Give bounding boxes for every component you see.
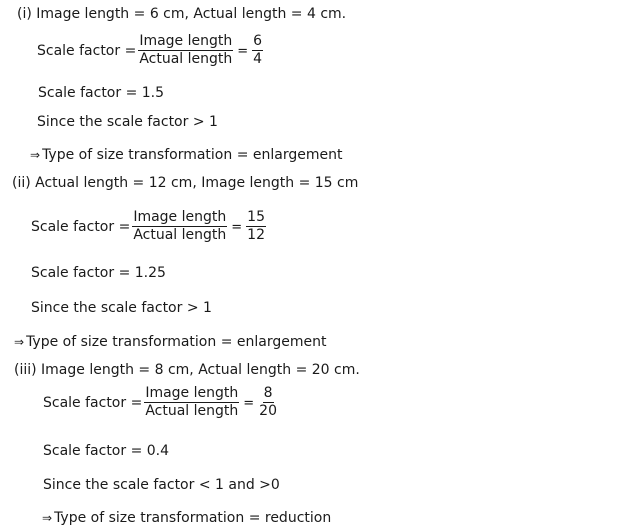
formula-label: Scale factor = xyxy=(31,218,131,235)
part-2-formula: Scale factor = Image length Actual lengt… xyxy=(31,209,268,244)
value-denominator: 12 xyxy=(247,227,265,243)
formula-label: Scale factor = xyxy=(37,42,137,59)
conclusion-text: Type of size transformation = enlargemen… xyxy=(26,334,327,350)
part-2-condition: Since the scale factor > 1 xyxy=(31,300,212,316)
equals-sign: = xyxy=(243,396,255,411)
implies-arrow-icon: ⇒ xyxy=(30,148,41,162)
ratio-fraction: Image length Actual length xyxy=(144,385,240,420)
value-fraction: 15 12 xyxy=(246,209,266,244)
value-fraction: 6 4 xyxy=(252,33,264,68)
fraction-denominator: Actual length xyxy=(139,51,233,67)
value-denominator: 20 xyxy=(259,403,277,419)
part-1-formula: Scale factor = Image length Actual lengt… xyxy=(37,33,265,68)
part-3-conclusion: ⇒ Type of size transformation = reduction xyxy=(42,509,331,527)
ratio-fraction: Image length Actual length xyxy=(138,33,234,68)
implies-arrow-icon: ⇒ xyxy=(42,511,53,525)
part-1-result: Scale factor = 1.5 xyxy=(38,85,165,101)
ratio-fraction: Image length Actual length xyxy=(132,209,228,244)
value-denominator: 4 xyxy=(253,51,263,67)
fraction-numerator: Image length xyxy=(132,209,228,227)
value-fraction: 8 20 xyxy=(258,385,278,420)
part-1-condition: Since the scale factor > 1 xyxy=(37,114,218,130)
value-numerator: 8 xyxy=(262,385,274,403)
formula-label: Scale factor = xyxy=(43,394,143,411)
part-1-conclusion: ⇒ Type of size transformation = enlargeme… xyxy=(30,146,342,164)
implies-arrow-icon: ⇒ xyxy=(14,335,25,349)
part-2-result: Scale factor = 1.25 xyxy=(31,265,166,281)
value-numerator: 15 xyxy=(246,209,266,227)
part-3-condition: Since the scale factor < 1 and >0 xyxy=(43,477,280,493)
fraction-denominator: Actual length xyxy=(145,403,239,419)
fraction-denominator: Actual length xyxy=(133,227,227,243)
equals-sign: = xyxy=(231,220,243,235)
conclusion-text: Type of size transformation = reduction xyxy=(54,510,332,526)
part-1-heading: (i) Image length = 6 cm, Actual length =… xyxy=(17,6,347,22)
fraction-numerator: Image length xyxy=(138,33,234,51)
part-2-conclusion: ⇒ Type of size transformation = enlargeme… xyxy=(14,333,326,351)
fraction-numerator: Image length xyxy=(144,385,240,403)
equals-sign: = xyxy=(237,44,249,59)
conclusion-text: Type of size transformation = enlargemen… xyxy=(42,147,343,163)
part-2-heading: (ii) Actual length = 12 cm, Image length… xyxy=(12,175,359,191)
value-numerator: 6 xyxy=(252,33,264,51)
part-3-heading: (iii) Image length = 8 cm, Actual length… xyxy=(14,362,360,378)
part-3-formula: Scale factor = Image length Actual lengt… xyxy=(43,385,280,420)
part-3-result: Scale factor = 0.4 xyxy=(43,443,170,459)
